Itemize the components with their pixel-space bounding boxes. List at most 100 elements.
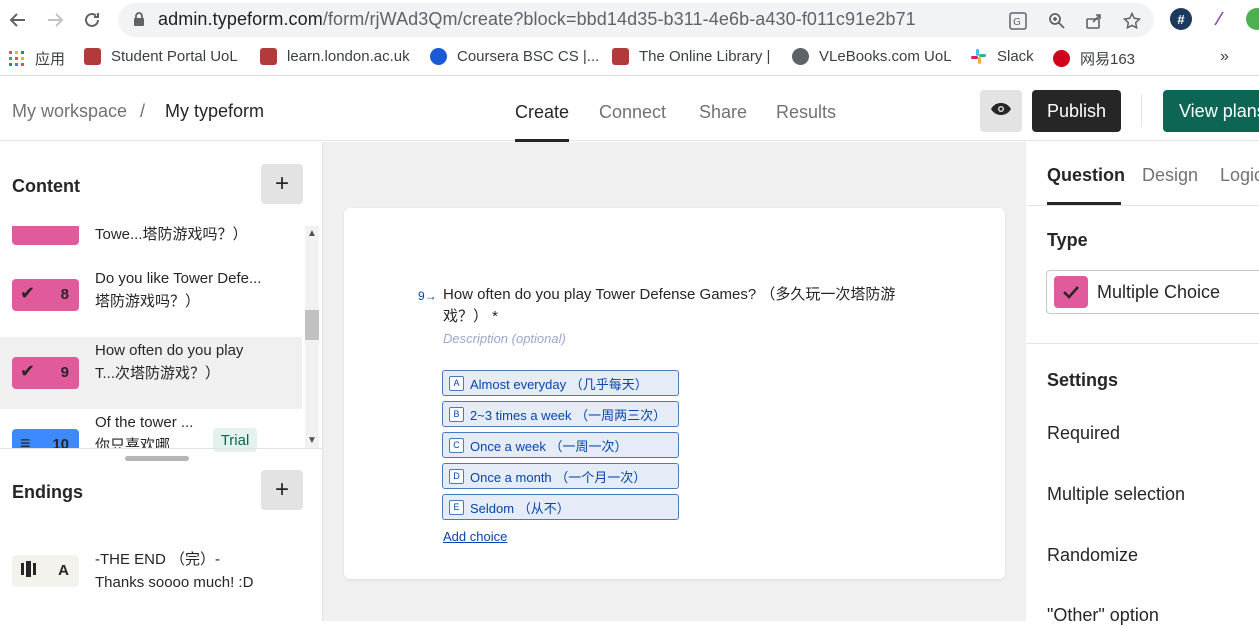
setting-randomize[interactable]: Randomize (1047, 545, 1138, 566)
choice-key: B (449, 406, 464, 422)
preview-button[interactable] (980, 90, 1022, 132)
setting-required[interactable]: Required (1047, 423, 1120, 444)
zoom-icon[interactable] (1047, 11, 1067, 31)
bookmark-label: 应用 (35, 51, 66, 68)
bookmark-label: The Online Library | (639, 48, 771, 65)
bookmark-learn-london[interactable]: learn.london.ac.uk (260, 48, 410, 65)
add-question-button[interactable]: + (261, 164, 303, 204)
choice-label: Seldom （从不） (470, 500, 570, 516)
ending-letter: A (58, 562, 69, 579)
bookmark-163[interactable]: 网易163 (1053, 48, 1135, 69)
choice-option[interactable]: E Seldom （从不） (442, 494, 679, 520)
choice-option[interactable]: D Once a month （一个月一次） (442, 463, 679, 489)
resize-handle[interactable] (125, 456, 189, 461)
checkmark-icon (1054, 276, 1088, 308)
question-list-text: Of the tower ... 你只喜欢哪... (95, 414, 194, 448)
tab-design[interactable]: Design (1142, 165, 1198, 186)
bookmark-star-icon[interactable] (1122, 11, 1142, 31)
header-divider (1141, 95, 1142, 127)
bookmark-slack[interactable]: Slack (970, 48, 1034, 65)
choice-key: A (449, 375, 464, 391)
content-sidebar: Content + Towe...塔防游戏吗？） ✔ 8 Do you like… (0, 142, 323, 621)
choice-label: Once a week （一周一次） (470, 438, 628, 454)
question-description[interactable]: Description (optional) (443, 331, 566, 346)
checkmark-icon: ✔ (20, 283, 36, 303)
choice-label: Once a month （一个月一次） (470, 469, 647, 485)
reload-icon[interactable] (79, 7, 105, 33)
ending-icon (20, 560, 38, 583)
netease-icon (1053, 50, 1070, 67)
breadcrumb-workspace[interactable]: My workspace (12, 101, 127, 122)
lock-icon[interactable] (132, 12, 146, 26)
url-text[interactable]: admin.typeform.com/form/rjWAd3Qm/create?… (158, 9, 916, 30)
tab-question[interactable]: Question (1047, 165, 1125, 186)
forward-icon[interactable] (42, 7, 68, 33)
overflow-label: » (1220, 48, 1229, 65)
ending-badge: A (12, 555, 79, 587)
bookmark-student-portal[interactable]: Student Portal UoL (84, 48, 238, 65)
bookmark-online-library[interactable]: The Online Library | (612, 48, 770, 65)
choice-option[interactable]: C Once a week （一周一次） (442, 432, 679, 458)
tab-create[interactable]: Create (515, 102, 569, 123)
bookmark-label: Slack (997, 48, 1034, 65)
question-type-select[interactable]: Multiple Choice (1046, 270, 1259, 314)
scrollbar[interactable]: ▲ ▼ (305, 226, 319, 448)
tab-share[interactable]: Share (699, 102, 747, 123)
choice-option[interactable]: A Almost everyday （几乎每天） (442, 370, 679, 396)
breadcrumb-separator: / (140, 101, 146, 121)
bookmarks-bar: 应用 Student Portal UoL learn.london.ac.uk… (0, 40, 1259, 76)
scroll-down-icon[interactable]: ▼ (307, 435, 317, 446)
bookmark-apps[interactable]: 应用 (8, 48, 65, 69)
globe-icon (792, 48, 809, 65)
question-type-badge (12, 226, 79, 245)
back-icon[interactable] (5, 7, 31, 33)
list-item-selected[interactable]: ✔ 9 How often do you play T...次塔防游戏？） (0, 337, 302, 409)
question-type-badge: ✔ 9 (12, 357, 79, 389)
scroll-up-icon[interactable]: ▲ (307, 228, 317, 239)
list-item[interactable]: ✔ 8 Do you like Tower Defe...塔防游戏吗？） (0, 265, 302, 337)
share-icon[interactable] (1084, 11, 1104, 31)
list-item[interactable]: Towe...塔防游戏吗？） (0, 226, 302, 265)
breadcrumb-form-name[interactable]: My typeform (165, 101, 264, 122)
tab-connect[interactable]: Connect (599, 102, 666, 123)
bookmark-coursera[interactable]: Coursera BSC CS |... (430, 48, 599, 65)
tab-logic[interactable]: Logic (1220, 165, 1259, 186)
feather-extension-icon[interactable]: ⁄ (1208, 8, 1230, 30)
choice-option[interactable]: B 2~3 times a week （一周两三次） (442, 401, 679, 427)
bookmark-label: VLeBooks.com UoL (819, 48, 952, 65)
view-plans-button[interactable]: View plans (1163, 90, 1259, 132)
question-type-badge: ✔ 8 (12, 279, 79, 311)
bookmark-vlebooks[interactable]: VLeBooks.com UoL (792, 48, 952, 65)
bookmark-label: Coursera BSC CS |... (457, 48, 600, 65)
setting-other-option[interactable]: "Other" option (1047, 605, 1159, 626)
translate-icon[interactable]: G (1008, 11, 1028, 31)
uol-shield-icon (84, 48, 101, 65)
extension-icon[interactable] (1246, 8, 1259, 30)
choice-label: Almost everyday （几乎每天） (470, 376, 648, 392)
add-ending-button[interactable]: + (261, 470, 303, 510)
question-title[interactable]: How often do you play Tower Defense Game… (443, 284, 923, 328)
question-number: 8 (60, 286, 69, 303)
question-number: 9 (60, 364, 69, 381)
question-type-value: Multiple Choice (1097, 282, 1221, 302)
hashtag-extension-icon[interactable]: # (1170, 8, 1192, 30)
bookmarks-overflow[interactable]: » (1220, 48, 1229, 66)
ending-item[interactable]: A -THE END （完）-Thanks soooo much! :D (0, 538, 302, 610)
question-index: 9→ (418, 289, 437, 303)
question-list: Towe...塔防游戏吗？） ✔ 8 Do you like Tower Def… (0, 226, 302, 448)
eye-icon (990, 102, 1012, 121)
choice-key: E (449, 499, 464, 515)
right-divider (1027, 205, 1259, 206)
slack-icon (970, 48, 987, 65)
tab-results[interactable]: Results (776, 102, 836, 123)
scroll-thumb[interactable] (305, 310, 319, 340)
address-bar[interactable]: admin.typeform.com/form/rjWAd3Qm/create?… (118, 3, 1154, 37)
question-type-badge: ≡ 10 (12, 429, 79, 448)
add-choice-link[interactable]: Add choice (443, 529, 507, 544)
question-number: 10 (52, 436, 69, 448)
plus-icon: + (274, 476, 289, 503)
setting-multiple-selection[interactable]: Multiple selection (1047, 484, 1185, 505)
uol-shield-icon (612, 48, 629, 65)
endings-heading: Endings (12, 482, 83, 502)
publish-button[interactable]: Publish (1032, 90, 1121, 132)
